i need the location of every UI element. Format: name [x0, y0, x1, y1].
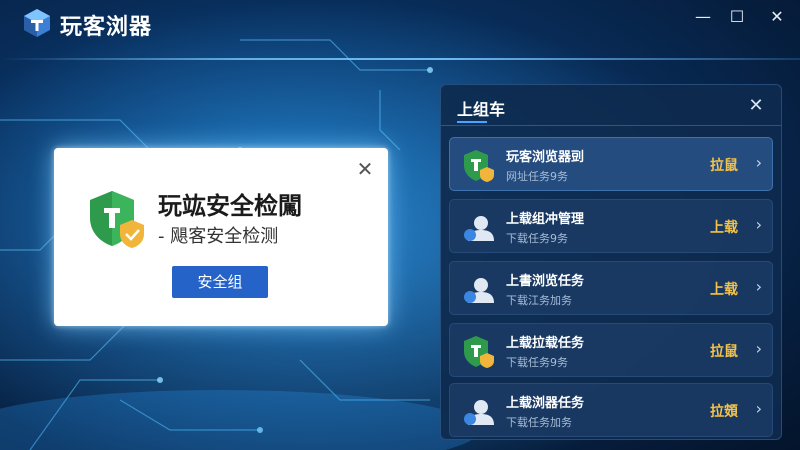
- item-name: 上载浏器任务: [506, 396, 585, 411]
- popup-title: 玩竑安全检闖: [158, 192, 302, 220]
- list-item[interactable]: 玩客浏览器剅 网址任务9务 拉鼠 ›: [449, 137, 773, 191]
- item-name: 上書浏览任务: [506, 274, 585, 289]
- item-desc: 下载江务加务: [506, 294, 572, 307]
- list-item[interactable]: 上载拉载任务 下载任务9务 拉鼠 ›: [449, 323, 773, 377]
- chevron-right-icon: ›: [755, 277, 762, 296]
- item-desc: 下载任务9务: [506, 232, 568, 245]
- list-item[interactable]: 上書浏览任务 下载江务加务 上载 ›: [449, 261, 773, 315]
- maximize-button[interactable]: ☐: [722, 4, 752, 30]
- security-action-button[interactable]: 安全组: [172, 266, 268, 298]
- item-name: 上载拉载任务: [506, 336, 585, 351]
- task-panel: 上组车 ✕ 玩客浏览器剅 网址任务9务 拉鼠 › 上载组冲管理 下载任务9务 上…: [440, 84, 782, 440]
- chevron-right-icon: ›: [755, 215, 762, 234]
- security-check-popup: ✕ 玩竑安全检闖 - 飓客安全检测 安全组: [54, 148, 388, 326]
- chevron-right-icon: ›: [755, 153, 762, 172]
- app-title: 玩客浏器: [60, 15, 153, 40]
- shield-icon: [464, 150, 494, 182]
- user-icon: [464, 400, 494, 425]
- panel-title: 上组车: [457, 100, 506, 119]
- user-icon: [464, 216, 494, 241]
- minimize-button[interactable]: —: [688, 4, 718, 30]
- item-desc: 下载任务加务: [506, 416, 572, 429]
- shield-icon: [464, 336, 494, 368]
- title-bar: 玩客浏器 — ☐ ✕: [0, 0, 800, 48]
- popup-close-button[interactable]: ✕: [354, 158, 376, 180]
- item-action-button[interactable]: 上载: [710, 217, 738, 237]
- item-action-button[interactable]: 拉頞: [710, 401, 738, 421]
- panel-close-button[interactable]: ✕: [745, 95, 767, 117]
- app-logo-icon: [24, 9, 50, 37]
- list-item[interactable]: 上载浏器任务 下载任务加务 拉頞 ›: [449, 383, 773, 437]
- item-action-button[interactable]: 拉鼠: [710, 341, 738, 361]
- chevron-right-icon: ›: [755, 339, 762, 358]
- panel-title-underline: [457, 121, 487, 123]
- item-name: 上载组冲管理: [506, 212, 585, 227]
- chevron-right-icon: ›: [755, 399, 762, 418]
- header-glow-line: [0, 58, 800, 60]
- user-icon: [464, 278, 494, 303]
- close-window-button[interactable]: ✕: [762, 4, 792, 30]
- item-name: 玩客浏览器剅: [506, 150, 585, 165]
- item-action-button[interactable]: 拉鼠: [710, 155, 738, 175]
- panel-divider: [441, 125, 781, 126]
- item-desc: 下载任务9务: [506, 356, 568, 369]
- popup-subtitle: - 飓客安全检测: [158, 226, 279, 247]
- item-desc: 网址任务9务: [506, 170, 568, 183]
- shield-icon: [90, 191, 144, 248]
- list-item[interactable]: 上载组冲管理 下载任务9务 上载 ›: [449, 199, 773, 253]
- item-action-button[interactable]: 上载: [710, 279, 738, 299]
